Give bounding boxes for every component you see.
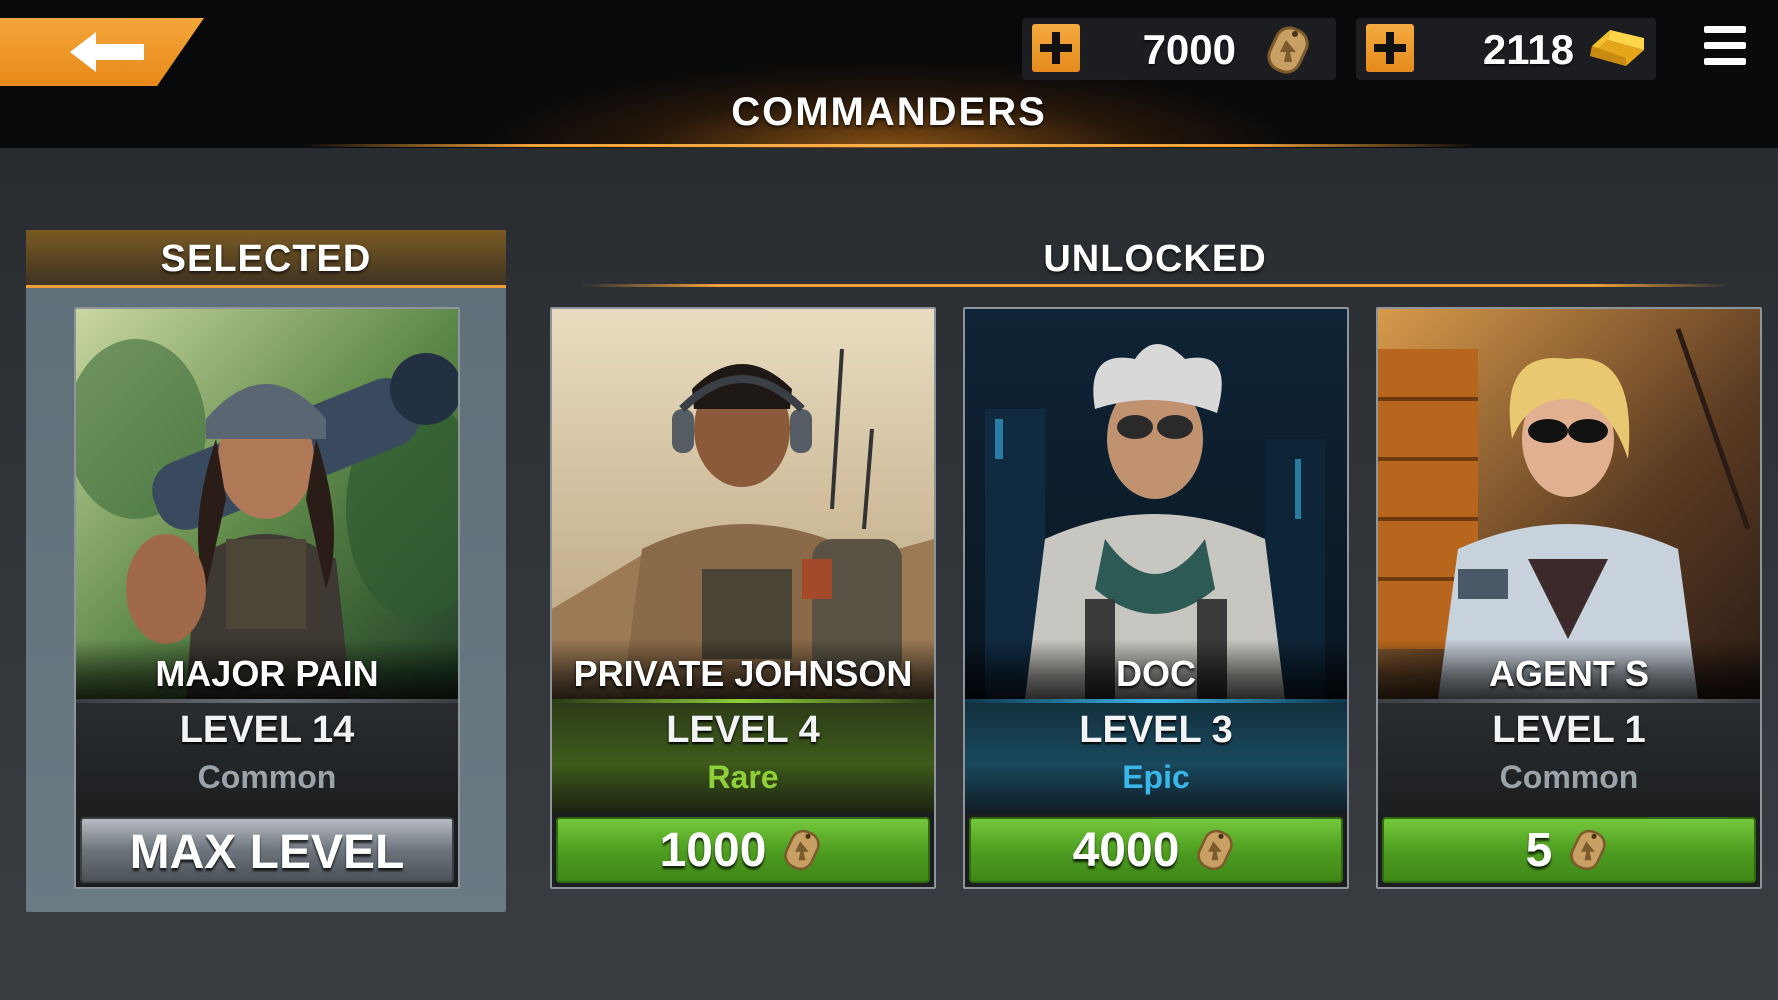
commander-name: PRIVATE JOHNSON [573,653,913,694]
dog-tag-icon [1197,829,1234,871]
price-value: 4000 [1072,823,1180,877]
price-value: 5 [1525,823,1553,877]
page-title: COMMANDERS [731,90,1047,134]
menu-line [1704,42,1746,49]
commander-level: LEVEL 4 [666,709,820,751]
buy-button[interactable]: 5 [1382,817,1756,883]
dog-tag-icon [1267,26,1309,74]
unlocked-underline [580,284,1730,287]
gold-bar-icon [1590,30,1644,66]
price-group: 1000 [558,819,928,881]
commander-level: LEVEL 1 [1492,709,1646,751]
top-bar: 7000 2118 COMMANDERS [0,0,1778,148]
commander-card-doc[interactable]: DOC LEVEL 3 Epic 4000 [963,307,1349,889]
max-level-label: MAX LEVEL [129,826,405,879]
commander-card-private-johnson[interactable]: PRIVATE JOHNSON LEVEL 4 Rare 1000 [550,307,936,889]
commander-card-agent-s[interactable]: AGENT S LEVEL 1 Common 5 [1376,307,1762,889]
back-arrow-icon [70,32,144,72]
dog-tag-icon [784,829,821,871]
add-gold-button[interactable] [1366,24,1414,72]
commander-level: LEVEL 3 [1079,709,1233,751]
dog-tags-counter: 7000 [1022,18,1336,80]
commander-rarity: Common [1499,759,1639,795]
commander-card-major-pain[interactable]: MAJOR PAIN LEVEL 14 Common MAX LEVEL [74,307,460,889]
selected-header: SELECTED [26,230,506,288]
commander-rarity: Common [197,759,337,795]
title-underline [300,144,1478,147]
unlocked-title: UNLOCKED [1043,238,1267,280]
commander-name: DOC [1116,653,1196,694]
menu-button[interactable] [1704,26,1746,66]
dog-tag-icon [1570,829,1607,871]
add-dog-tags-button[interactable] [1032,24,1080,72]
price-group: 4000 [971,819,1341,881]
commander-rarity: Rare [707,759,779,795]
buy-button[interactable]: 4000 [969,817,1343,883]
gold-value: 2118 [1482,26,1574,73]
price-value: 1000 [659,823,767,877]
commander-name: MAJOR PAIN [155,653,379,694]
menu-line [1704,58,1746,65]
buy-button[interactable]: 1000 [556,817,930,883]
max-level-button[interactable]: MAX LEVEL [80,817,454,883]
gold-counter: 2118 [1356,18,1656,80]
commander-name: AGENT S [1488,653,1649,694]
back-button[interactable] [0,18,204,86]
commanders-screen: 7000 2118 COMMANDERS SELECTED UNLOCKED M… [0,0,1778,1000]
hamburger-menu-icon [1704,26,1746,33]
selected-title: SELECTED [160,238,372,280]
commander-level: LEVEL 14 [179,709,355,751]
commander-rarity: Epic [1122,759,1190,795]
price-group: 5 [1384,819,1754,881]
dog-tags-value: 7000 [1142,26,1236,73]
